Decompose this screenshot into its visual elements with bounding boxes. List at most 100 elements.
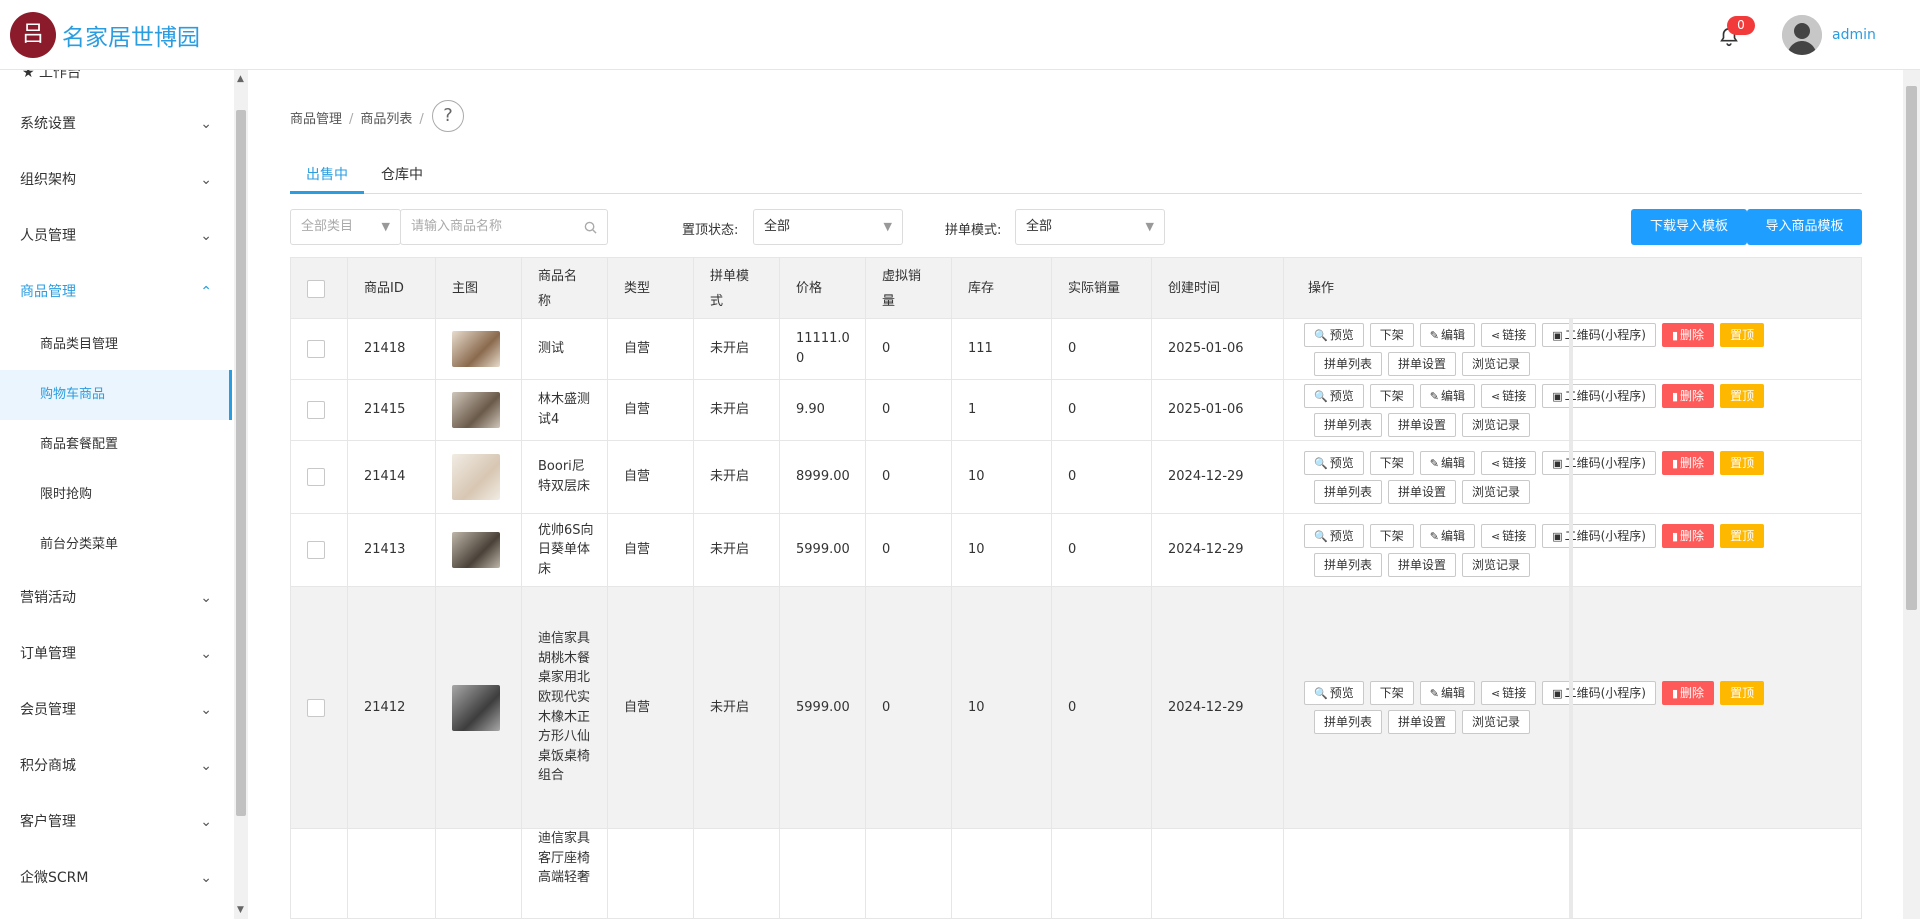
help-icon[interactable]: ? [432,100,464,132]
row-checkbox[interactable] [307,340,325,358]
link-button[interactable]: ⋖ 链接 [1480,681,1537,705]
user-name[interactable]: admin [1832,27,1876,43]
table-row[interactable]: 21413 优帅6S向日葵单体床 自营 未开启 5999.00 0 10 0 2024-12-2… [291,514,1861,587]
table-row[interactable]: 21418 测试 自营 未开启 11111.00 0 111 0 2025-01-06 🔍 预览 下架… [291,319,1861,380]
product-thumbnail[interactable] [452,331,500,367]
group-list-button[interactable]: 拼单列表 [1314,552,1383,577]
sidebar-scrollbar-thumb[interactable] [236,110,246,816]
pin-button[interactable]: 置顶 [1720,450,1765,475]
brand-name[interactable]: 名家居世博园 [62,18,200,52]
group-settings-button[interactable]: 拼单设置 [1388,479,1457,504]
top-status-select[interactable]: 全部 ▼ [753,209,903,245]
delete-button[interactable]: ▮ 删除 [1661,523,1715,548]
pin-button[interactable]: 置顶 [1720,681,1765,705]
group-settings-button[interactable]: 拼单设置 [1388,552,1457,577]
edit-button[interactable]: ✎ 编辑 [1419,681,1475,705]
edit-button[interactable]: ✎ 编辑 [1419,383,1475,408]
qrcode-button[interactable]: ▣ 二维码(小程序) [1542,681,1656,705]
sidebar-item-product-management[interactable]: 商品管理 ⌃ [0,264,232,320]
sidebar-item-customers[interactable]: 客户管理 ⌄ [0,794,232,850]
group-list-button[interactable]: 拼单列表 [1314,351,1383,376]
offshelf-button[interactable]: 下架 [1369,681,1414,705]
sidebar-item-points-mall[interactable]: 积分商城 ⌄ [0,738,232,794]
category-select[interactable]: 全部类目 ▼ [290,209,401,245]
group-settings-button[interactable]: 拼单设置 [1388,351,1457,376]
row-checkbox[interactable] [307,401,325,419]
sidebar-subitem-package[interactable]: 商品套餐配置 [0,420,232,470]
sidebar-subitem-flash-sale[interactable]: 限时抢购 [0,470,232,520]
sidebar-item-members[interactable]: 会员管理 ⌄ [0,682,232,738]
delete-button[interactable]: ▮ 删除 [1661,322,1715,347]
table-row[interactable]: 21415 林木盛测试4 自营 未开启 9.90 0 1 0 2025-01-06 🔍 预览 下架 ✎ 编… [291,380,1861,441]
offshelf-button[interactable]: 下架 [1369,450,1414,475]
download-template-button[interactable]: 下载导入模板 [1631,209,1747,245]
link-button[interactable]: ⋖ 链接 [1480,383,1537,408]
table-row[interactable]: 21412 迪信家具胡桃木餐桌家用北欧现代实木橡木正方形八仙桌饭桌椅组合 自营 未开启… [291,587,1861,829]
edit-button[interactable]: ✎ 编辑 [1419,523,1475,548]
row-checkbox[interactable] [307,698,325,717]
link-button[interactable]: ⋖ 链接 [1480,322,1537,347]
delete-button[interactable]: ▮ 删除 [1661,681,1715,705]
offshelf-button[interactable]: 下架 [1369,322,1414,347]
sidebar-item-orders[interactable]: 订单管理 ⌄ [0,626,232,682]
avatar[interactable] [1782,15,1822,55]
row-checkbox[interactable] [307,541,325,559]
product-thumbnail[interactable] [452,684,500,731]
sidebar-item-system-settings[interactable]: 系统设置 ⌄ [0,96,232,152]
browse-log-button[interactable]: 浏览记录 [1462,479,1531,504]
offshelf-button[interactable]: 下架 [1369,383,1414,408]
group-settings-button[interactable]: 拼单设置 [1388,412,1457,437]
preview-button[interactable]: 🔍 预览 [1304,322,1364,347]
breadcrumb-link[interactable]: 商品管理 [290,112,342,127]
edit-button[interactable]: ✎ 编辑 [1419,322,1475,347]
qrcode-button[interactable]: ▣ 二维码(小程序) [1542,322,1656,347]
preview-button[interactable]: 🔍 预览 [1304,383,1364,408]
search-icon[interactable] [584,221,597,234]
product-thumbnail[interactable] [452,532,500,568]
group-settings-button[interactable]: 拼单设置 [1388,710,1457,734]
browse-log-button[interactable]: 浏览记录 [1462,710,1531,734]
sidebar-subitem-category[interactable]: 商品类目管理 [0,320,232,370]
qrcode-button[interactable]: ▣ 二维码(小程序) [1542,383,1656,408]
product-thumbnail[interactable] [452,454,500,500]
preview-button[interactable]: 🔍 预览 [1304,523,1364,548]
browse-log-button[interactable]: 浏览记录 [1462,351,1531,376]
scroll-up-arrow-icon[interactable]: ▲ [237,74,244,84]
row-checkbox[interactable] [307,468,325,486]
pin-button[interactable]: 置顶 [1720,523,1765,548]
table-row[interactable]: 21414 Boori尼特双层床 自营 未开启 8999.00 0 10 0 2024-12-2… [291,441,1861,514]
group-mode-select[interactable]: 全部 ▼ [1015,209,1165,245]
preview-button[interactable]: 🔍 预览 [1304,450,1364,475]
table-row[interactable]: 迪信家具客厅座椅高端轻奢 [291,829,1861,918]
delete-button[interactable]: ▮ 删除 [1661,383,1715,408]
group-list-button[interactable]: 拼单列表 [1314,710,1383,734]
main-scrollbar-thumb[interactable] [1906,86,1917,610]
tab-in-warehouse[interactable]: 仓库中 [381,164,423,184]
link-button[interactable]: ⋖ 链接 [1480,523,1537,548]
scroll-down-arrow-icon[interactable]: ▼ [237,905,244,915]
sidebar-item-organization[interactable]: 组织架构 ⌄ [0,152,232,208]
delete-button[interactable]: ▮ 删除 [1661,450,1715,475]
sidebar-subitem-cart-products[interactable]: 购物车商品 [0,370,232,420]
browse-log-button[interactable]: 浏览记录 [1462,412,1531,437]
pin-button[interactable]: 置顶 [1720,322,1765,347]
brand-logo[interactable]: 吕 [10,12,56,58]
preview-button[interactable]: 🔍 预览 [1304,681,1364,705]
import-template-button[interactable]: 导入商品模板 [1747,209,1862,245]
sidebar-item-personnel[interactable]: 人员管理 ⌄ [0,208,232,264]
search-input[interactable]: 请输入商品名称 [400,209,608,245]
pin-button[interactable]: 置顶 [1720,383,1765,408]
sidebar-item-workbench[interactable]: ★ 工作台 [22,70,81,82]
qrcode-button[interactable]: ▣ 二维码(小程序) [1542,523,1656,548]
browse-log-button[interactable]: 浏览记录 [1462,552,1531,577]
edit-button[interactable]: ✎ 编辑 [1419,450,1475,475]
qrcode-button[interactable]: ▣ 二维码(小程序) [1542,450,1656,475]
sidebar-subitem-front-menu[interactable]: 前台分类菜单 [0,520,232,570]
sidebar-item-marketing[interactable]: 营销活动 ⌄ [0,570,232,626]
link-button[interactable]: ⋖ 链接 [1480,450,1537,475]
group-list-button[interactable]: 拼单列表 [1314,479,1383,504]
select-all-checkbox[interactable] [307,279,325,298]
sidebar-item-scrm[interactable]: 企微SCRM ⌄ [0,850,232,906]
product-thumbnail[interactable] [452,392,500,428]
group-list-button[interactable]: 拼单列表 [1314,412,1383,437]
